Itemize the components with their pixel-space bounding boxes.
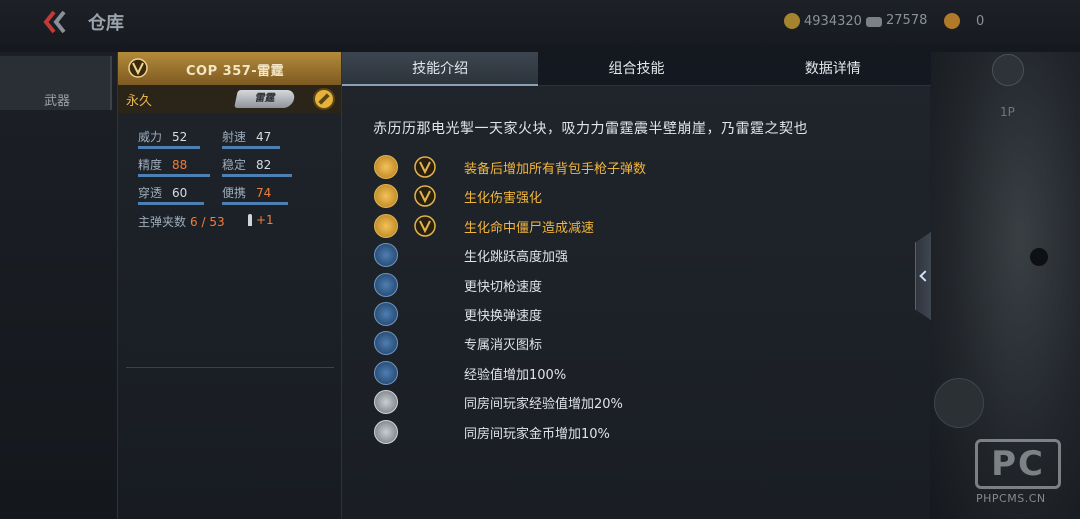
weapon-duration: 永久	[126, 94, 153, 109]
stat-value: 52	[172, 130, 188, 144]
tab-skill-intro[interactable]: 技能介绍	[342, 52, 539, 86]
skill-text: 生化伤害强化	[464, 191, 543, 207]
back-button[interactable]	[40, 8, 74, 36]
ticket-icon	[866, 17, 882, 27]
back-arrow-icon	[43, 10, 66, 34]
skill-text: 装备后增加所有背包手枪子弹数	[464, 162, 647, 177]
weapon-header: COP 357-雷霆	[118, 52, 342, 85]
stat-value: 88	[172, 158, 188, 172]
stat-power: 威力 52	[138, 128, 187, 145]
currency-diamond: 0	[944, 13, 984, 29]
stat-label: 威力	[138, 130, 163, 144]
weapon-name: COP 357-雷霆	[186, 64, 285, 79]
kill-mark-icon	[374, 331, 398, 356]
stat-value: 60	[172, 186, 188, 200]
skill-text: 生化跳跃高度加强	[464, 250, 569, 266]
ammo-label: 主弹夹数	[138, 215, 187, 229]
vip-badge-icon	[414, 215, 436, 237]
ammo-extra: +1	[256, 213, 274, 227]
tab-combo-skills[interactable]: 组合技能	[538, 52, 735, 86]
currency-diamond-value: 0	[976, 13, 985, 29]
weapon-subheader: 永久 雷霆	[118, 85, 342, 113]
divider	[126, 367, 334, 368]
skill-text: 经验值增加100%	[464, 367, 567, 383]
stat-penetration: 穿透 60	[138, 184, 187, 201]
stat-bar	[222, 146, 280, 149]
stat-bar	[138, 146, 200, 149]
watermark-text: PHPCMS.CN	[976, 492, 1046, 505]
stat-value: 74	[256, 186, 272, 200]
stat-value: 82	[256, 158, 272, 172]
stat-bar	[222, 174, 292, 177]
stat-accuracy: 精度 88	[138, 156, 187, 173]
weapon-description: 赤历历那电光掣一天家火块，吸力力雷霆震半壁崩崖，乃雷霆之契也	[373, 121, 808, 137]
background-left	[0, 52, 117, 519]
coin-icon	[784, 13, 800, 29]
skill-text: 专属消灭图标	[464, 338, 543, 354]
stat-firerate: 射速 47	[222, 128, 271, 145]
claw-icon	[374, 184, 398, 209]
stat-label: 穿透	[138, 186, 163, 200]
vip-badge-icon	[414, 156, 436, 178]
watermark-logo: PC	[975, 439, 1061, 489]
sidebar-tab-label: 武器	[44, 94, 71, 109]
currency-gold: 4934320	[784, 13, 862, 29]
stat-portability: 便携 74	[222, 184, 271, 201]
top-bar: 仓库 4934320 27578 0	[0, 0, 1080, 44]
currency-ticket-value: 27578	[886, 13, 928, 28]
stat-bar	[222, 202, 288, 205]
action-circle-button[interactable]	[934, 378, 984, 428]
skills-panel: 技能介绍 组合技能 数据详情 赤历历那电光掣一天家火块，吸力力雷霆震半壁崩崖，乃…	[341, 52, 931, 519]
stat-stability: 稳定 82	[222, 156, 271, 173]
bullets-icon	[374, 213, 398, 238]
vip-badge-icon	[414, 185, 436, 208]
ammo-count: 主弹夹数 6 / 53	[138, 213, 225, 230]
vip-badge-icon	[128, 58, 148, 78]
tab-bar: 技能介绍 组合技能 数据详情	[342, 52, 931, 86]
page-title: 仓库	[88, 13, 124, 34]
stat-label: 稳定	[222, 158, 247, 172]
currency-gold-value: 4934320	[804, 13, 862, 29]
collapse-panel-button[interactable]	[915, 232, 931, 320]
view-mode-label[interactable]: 1P	[1000, 105, 1015, 119]
swap-icon	[374, 272, 398, 297]
room-exp-icon	[374, 390, 398, 415]
skill-text: 更快切枪速度	[464, 279, 543, 295]
diamond-icon	[944, 13, 960, 29]
reload-icon	[374, 302, 398, 326]
stat-bar	[138, 174, 210, 177]
scene-dot	[1030, 248, 1048, 266]
stat-bar	[138, 202, 204, 205]
tab-data-details[interactable]: 数据详情	[734, 52, 931, 86]
skill-text: 同房间玩家经验值增加20%	[464, 397, 623, 413]
weapon-thumbnail: 雷霆	[234, 90, 296, 108]
exp-icon	[374, 360, 398, 385]
pistol-icon	[374, 155, 398, 179]
skill-text: 生化命中僵尸造成减速	[464, 220, 595, 236]
crosshair-icon[interactable]	[992, 54, 1024, 86]
bullet-icon	[248, 214, 252, 226]
skill-text: 更快换弹速度	[464, 309, 543, 324]
stat-label: 便携	[222, 186, 247, 200]
stat-label: 射速	[222, 130, 247, 144]
room-gold-icon	[374, 419, 398, 444]
skill-text: 同房间玩家金币增加10%	[464, 426, 610, 442]
jump-icon	[374, 243, 398, 268]
stat-label: 精度	[138, 158, 163, 172]
stat-value: 47	[256, 130, 272, 144]
currency-ticket: 27578	[866, 13, 927, 28]
restriction-icon[interactable]	[313, 88, 335, 110]
weapon-info-panel: COP 357-雷霆 永久 雷霆 威力 52 射速 47 精度 88 稳定 82 穿透 6…	[117, 52, 342, 519]
ammo-value: 6 / 53	[190, 215, 225, 229]
